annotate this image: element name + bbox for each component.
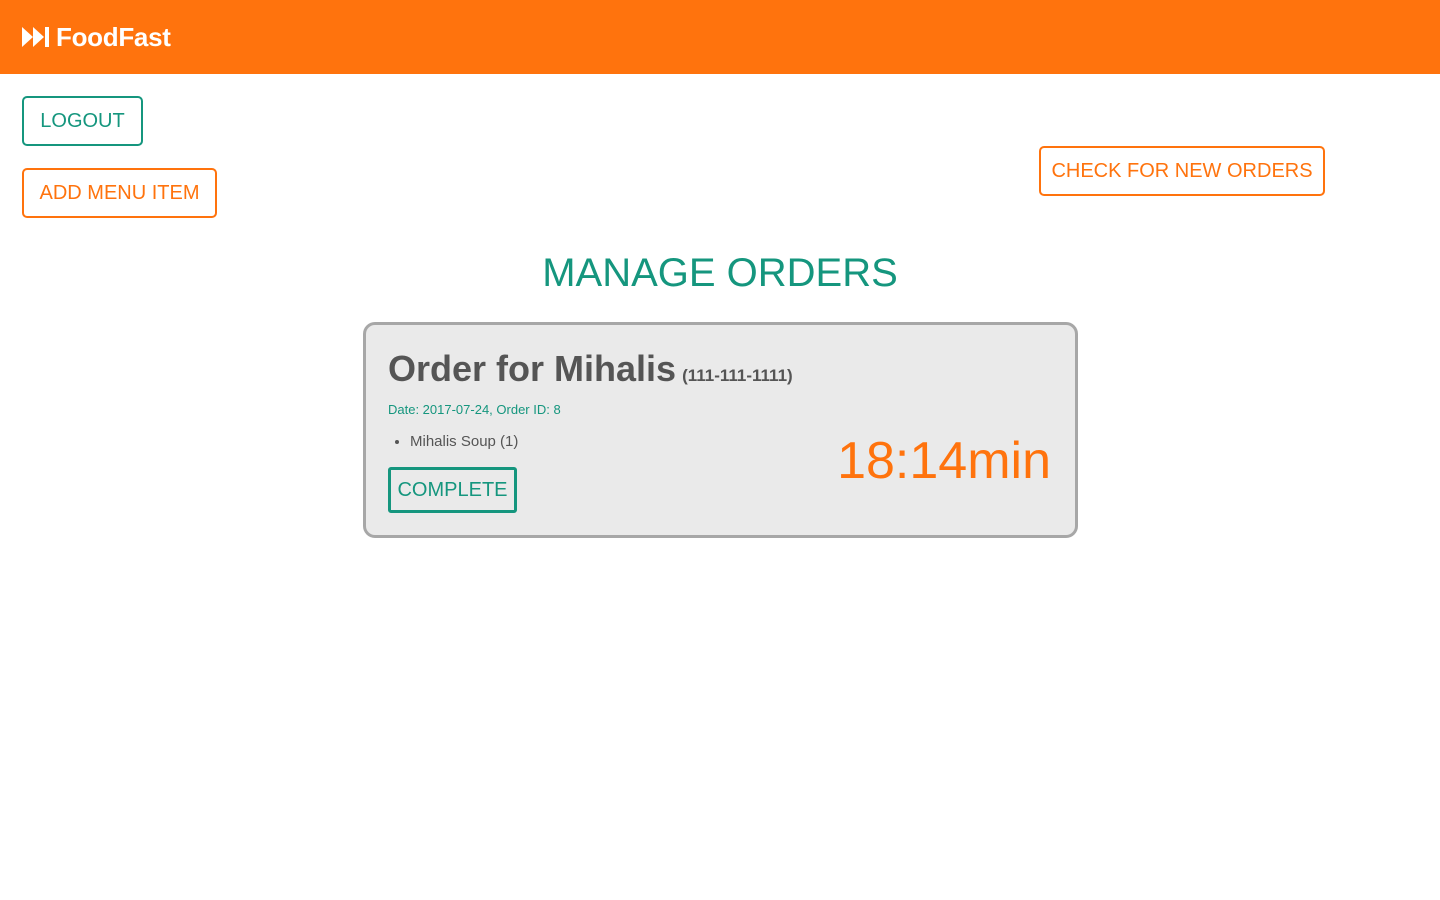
check-new-orders-button[interactable]: CHECK FOR NEW ORDERS: [1039, 146, 1325, 196]
add-menu-item-button[interactable]: ADD MENU ITEM: [22, 168, 217, 218]
top-header: FoodFast: [0, 0, 1440, 74]
order-item: Mihalis Soup (1): [410, 431, 518, 453]
brand-logo[interactable]: FoodFast: [22, 22, 171, 52]
page-title: MANAGE ORDERS: [542, 251, 898, 295]
order-meta: Date: 2017-07-24, Order ID: 8: [388, 402, 561, 417]
order-phone: (111-111-1111): [682, 366, 793, 385]
fast-forward-icon: [22, 27, 49, 47]
order-card: Order for Mihalis (111-111-1111) Date: 20…: [363, 322, 1078, 538]
order-heading: Order for Mihalis (111-111-1111): [388, 347, 793, 398]
logout-button[interactable]: LOGOUT: [22, 96, 143, 146]
order-customer-title: Order for Mihalis: [388, 348, 677, 389]
order-items-list: Mihalis Soup (1): [388, 431, 518, 453]
brand-name: FoodFast: [56, 22, 171, 52]
complete-order-button[interactable]: COMPLETE: [388, 467, 517, 513]
order-timer: 18:14min: [837, 432, 1051, 490]
